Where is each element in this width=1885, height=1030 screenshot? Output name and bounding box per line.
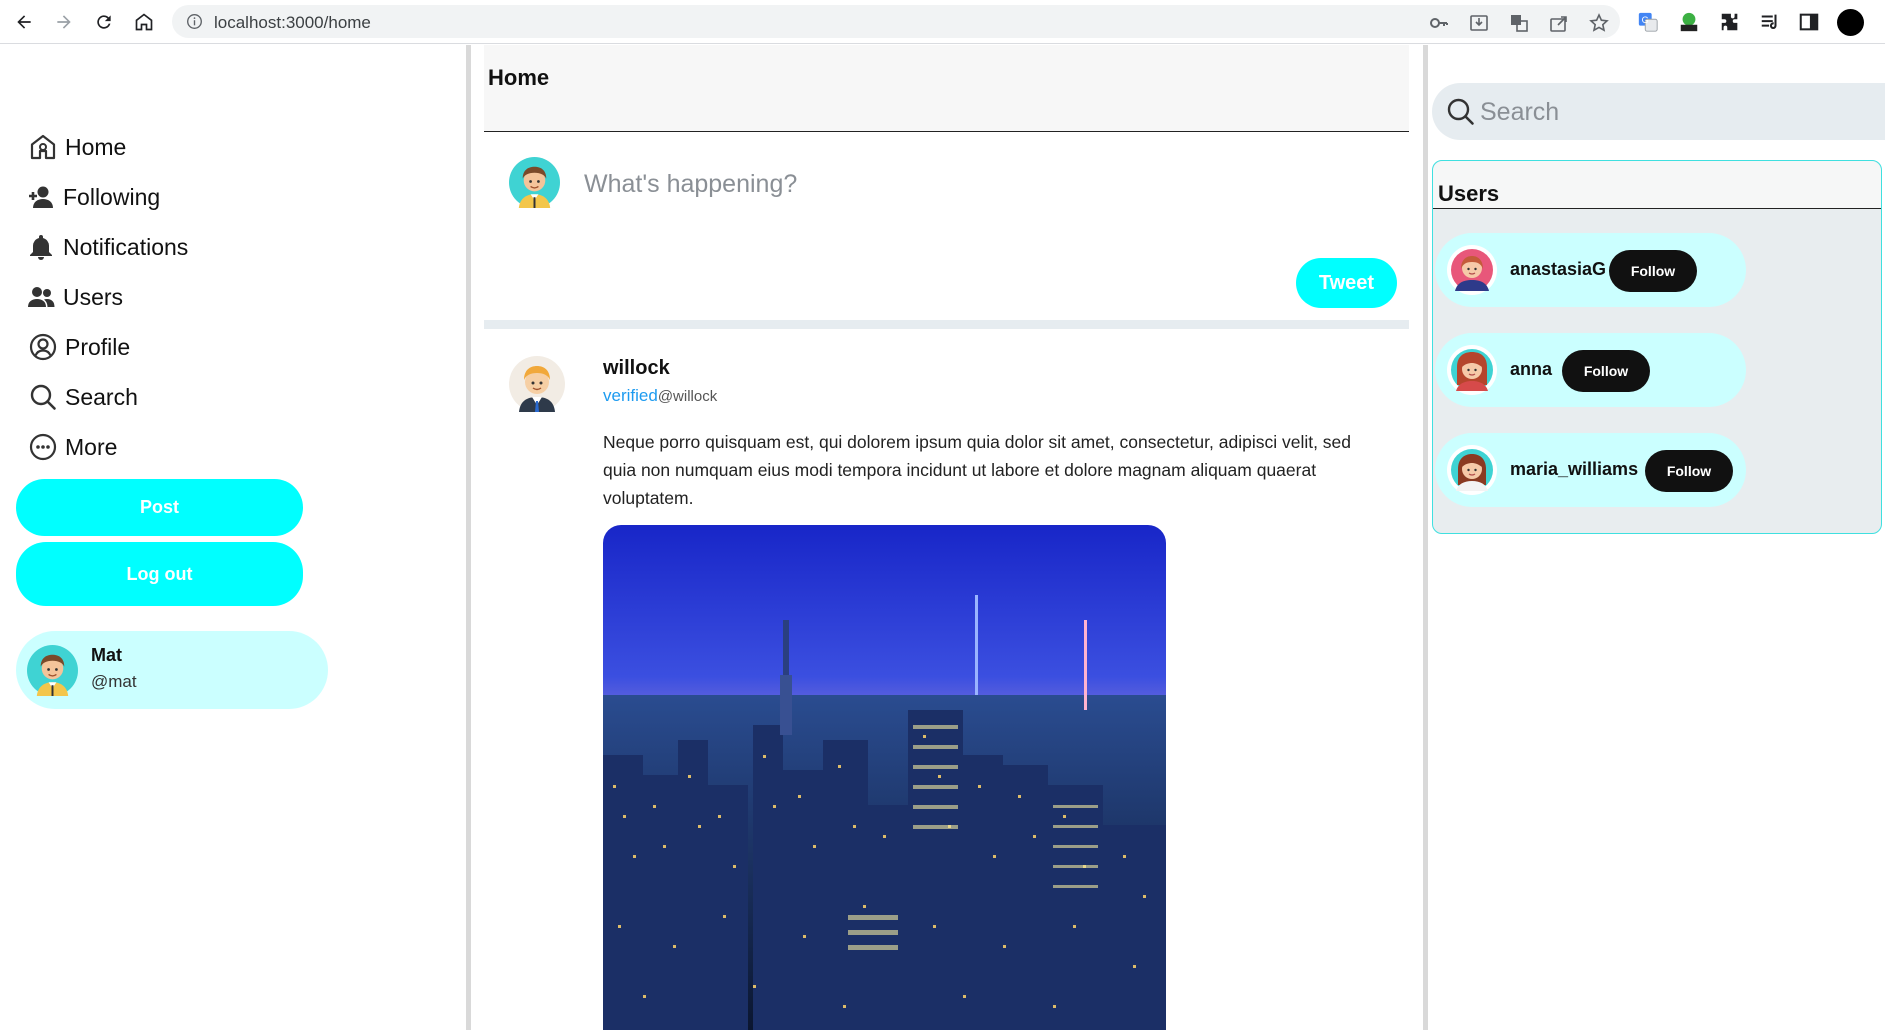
forward-button[interactable]: [50, 8, 78, 36]
house-icon: [135, 13, 153, 31]
logout-button[interactable]: Log out: [16, 542, 303, 606]
user-card[interactable]: anna Follow: [1435, 333, 1746, 407]
user-plus-icon: [26, 182, 56, 212]
user-circle-icon: [28, 332, 58, 362]
sidebar-item-label: Following: [63, 183, 161, 210]
users-panel-title: Users: [1438, 181, 1500, 206]
home-browser-button[interactable]: [130, 8, 158, 36]
post-meta: verified@willock: [603, 386, 717, 406]
post-avatar[interactable]: [509, 356, 565, 412]
post-button[interactable]: Post: [16, 479, 303, 536]
back-button[interactable]: [10, 8, 38, 36]
post-body: Neque porro quisquam est, qui dolorem ip…: [603, 432, 1352, 508]
reading-list-icon[interactable]: [1758, 10, 1782, 34]
html-ext-icon[interactable]: [1677, 10, 1701, 34]
follow-button[interactable]: Follow: [1562, 350, 1650, 392]
reload-button[interactable]: [90, 8, 118, 36]
install-icon[interactable]: [1469, 13, 1489, 33]
avatar: [1447, 245, 1497, 295]
user-name: maria_williams: [1510, 459, 1639, 479]
post-image[interactable]: [603, 525, 1166, 1030]
right-divider: [1423, 45, 1428, 1030]
current-user-name: Mat: [91, 645, 122, 665]
users-panel: Users anastasiaG Follow anna Follow mari…: [1432, 160, 1882, 534]
search-icon: [1447, 98, 1474, 125]
sidebar-item-notifications[interactable]: Notifications: [26, 227, 188, 267]
follow-button[interactable]: Follow: [1645, 450, 1733, 492]
extensions-icon[interactable]: [1718, 10, 1742, 34]
arrow-left-icon: [17, 15, 31, 29]
search-input[interactable]: [1480, 92, 1870, 132]
more-icon: [28, 432, 58, 462]
sidebar-item-label: Profile: [65, 333, 131, 360]
composer-input[interactable]: [584, 164, 1344, 204]
translate-icon[interactable]: [1509, 13, 1529, 33]
tweet-button[interactable]: Tweet: [1296, 258, 1397, 308]
sidebar-item-label: Users: [63, 283, 124, 310]
sidebar-item-search[interactable]: Search: [28, 377, 138, 417]
user-name: anna: [1510, 359, 1553, 379]
bell-icon: [26, 232, 56, 262]
left-sidebar: Home Following Notifications Users Profi…: [0, 45, 466, 1030]
sidebar-item-home[interactable]: Home: [28, 127, 126, 167]
sidebar-item-users[interactable]: Users: [26, 277, 123, 317]
sidebar-item-more[interactable]: More: [28, 427, 117, 467]
sidebar-item-label: Home: [65, 133, 127, 160]
reload-icon: [97, 15, 111, 29]
follow-button[interactable]: Follow: [1609, 250, 1697, 292]
page-title: Home: [488, 65, 550, 90]
post-author-name[interactable]: willock: [603, 357, 670, 380]
star-icon[interactable]: [1589, 13, 1609, 33]
user-card[interactable]: maria_williams Follow: [1435, 433, 1746, 507]
avatar: [1447, 445, 1497, 495]
search-icon: [28, 382, 58, 412]
verified-label: verified: [603, 386, 658, 405]
user-name: anastasiaG: [1510, 259, 1607, 279]
post-author-handle: @willock: [657, 388, 718, 405]
home-icon: [28, 132, 58, 162]
current-user-handle: @mat: [91, 672, 137, 691]
users-icon: [26, 282, 56, 312]
sidebar-item-label: Notifications: [63, 233, 189, 260]
arrow-right-icon: [57, 15, 71, 29]
info-icon[interactable]: [186, 13, 203, 30]
composer-avatar: [509, 157, 560, 208]
browser-profile-avatar[interactable]: [1837, 9, 1864, 36]
key-icon[interactable]: [1429, 13, 1449, 33]
sidebar-item-label: Search: [65, 383, 138, 410]
url-text: localhost:3000/home: [214, 13, 371, 32]
search-bar[interactable]: [1432, 83, 1885, 140]
sidebar-item-label: More: [65, 433, 118, 460]
current-user-card[interactable]: Mat @mat: [16, 631, 328, 709]
svg-text:G: G: [1642, 15, 1649, 25]
address-bar[interactable]: localhost:3000/home: [172, 5, 1620, 38]
sidebar-item-following[interactable]: Following: [26, 177, 160, 217]
share-icon[interactable]: [1549, 13, 1569, 33]
feed-separator: [484, 320, 1409, 329]
google-translate-ext-icon[interactable]: G: [1636, 10, 1660, 34]
side-panel-icon[interactable]: [1797, 10, 1821, 34]
sidebar-item-profile[interactable]: Profile: [28, 327, 130, 367]
browser-toolbar: localhost:3000/home G: [0, 0, 1885, 44]
main-header: Home: [484, 45, 1409, 132]
user-card[interactable]: anastasiaG Follow: [1435, 233, 1746, 307]
left-divider: [466, 45, 471, 1030]
users-panel-header: Users: [1433, 161, 1881, 209]
avatar: [1447, 345, 1497, 395]
avatar: [27, 645, 78, 696]
